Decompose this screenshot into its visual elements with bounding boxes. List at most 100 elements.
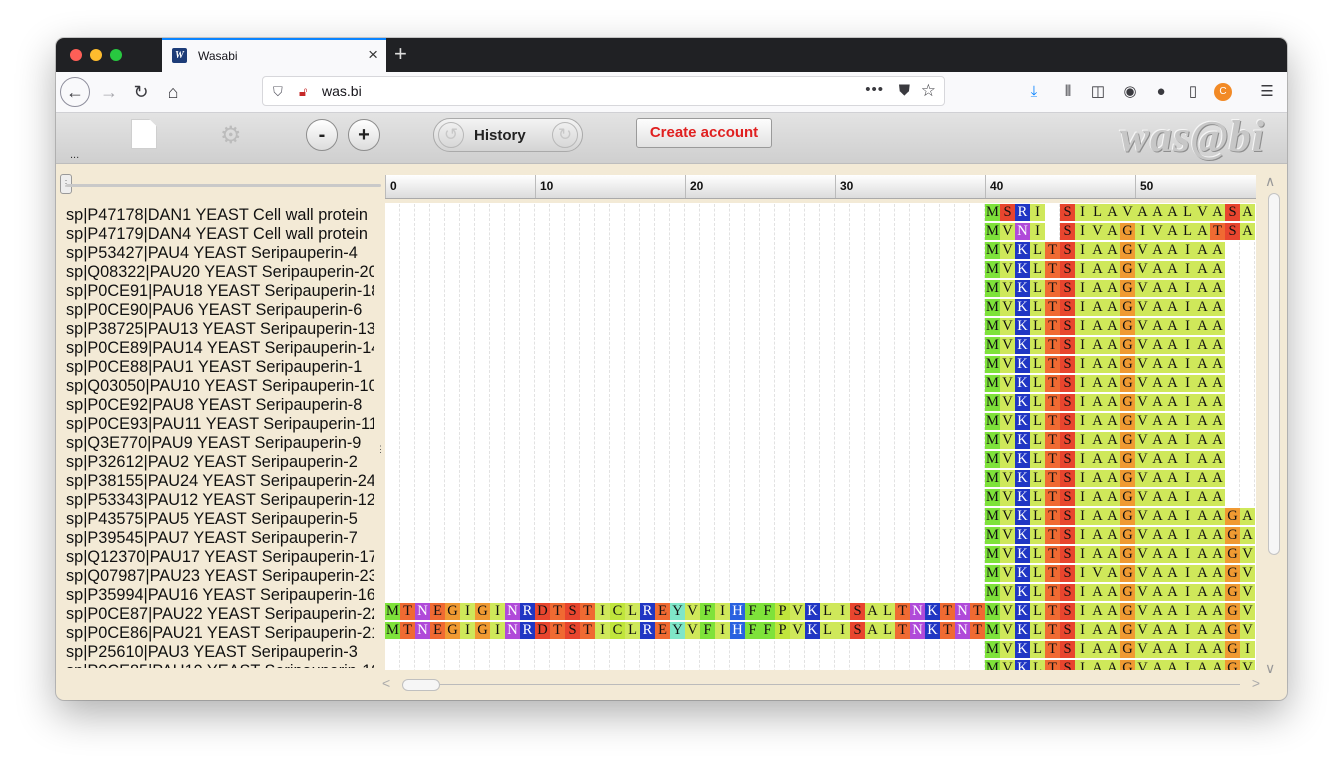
- residue-cell[interactable]: [685, 337, 700, 354]
- residue-cell[interactable]: [730, 261, 745, 278]
- residue-cell[interactable]: G: [1120, 451, 1135, 468]
- residue-cell[interactable]: [625, 242, 640, 259]
- residue-cell[interactable]: [955, 660, 970, 670]
- residue-cell[interactable]: A: [1105, 451, 1120, 468]
- residue-cell[interactable]: [925, 356, 940, 373]
- residue-cell[interactable]: [565, 451, 580, 468]
- residue-cell[interactable]: [460, 204, 475, 221]
- residue-cell[interactable]: M: [985, 432, 1000, 449]
- tab-wasabi[interactable]: W Wasabi ×: [162, 38, 386, 72]
- scroll-up-icon[interactable]: ∧: [1265, 173, 1275, 190]
- residue-cell[interactable]: [610, 413, 625, 430]
- account-icon[interactable]: ◉: [1119, 81, 1141, 103]
- residue-cell[interactable]: [475, 527, 490, 544]
- residue-cell[interactable]: [430, 356, 445, 373]
- residue-cell[interactable]: A: [1090, 603, 1105, 620]
- residue-cell[interactable]: [445, 318, 460, 335]
- residue-cell[interactable]: S: [1060, 356, 1075, 373]
- residue-cell[interactable]: [925, 641, 940, 658]
- residue-cell[interactable]: L: [1030, 508, 1045, 525]
- residue-cell[interactable]: [475, 375, 490, 392]
- residue-cell[interactable]: A: [1210, 280, 1225, 297]
- residue-cell[interactable]: [820, 660, 835, 670]
- residue-cell[interactable]: A: [1195, 223, 1210, 240]
- residue-cell[interactable]: M: [985, 470, 1000, 487]
- residue-cell[interactable]: [505, 508, 520, 525]
- residue-cell[interactable]: [760, 584, 775, 601]
- residue-cell[interactable]: N: [1015, 223, 1030, 240]
- sequence-name[interactable]: sp|P53343|PAU12 YEAST Seripauperin-12: [66, 491, 374, 510]
- residue-cell[interactable]: [580, 394, 595, 411]
- residue-cell[interactable]: S: [565, 622, 580, 639]
- residue-cell[interactable]: A: [1150, 280, 1165, 297]
- residue-cell[interactable]: [415, 660, 430, 670]
- residue-cell[interactable]: T: [1045, 280, 1060, 297]
- residue-cell[interactable]: [850, 546, 865, 563]
- residue-cell[interactable]: A: [1165, 565, 1180, 582]
- residue-cell[interactable]: [925, 451, 940, 468]
- residue-cell[interactable]: L: [1090, 204, 1105, 221]
- residue-cell[interactable]: [655, 565, 670, 582]
- residue-cell[interactable]: [865, 413, 880, 430]
- residue-cell[interactable]: [640, 470, 655, 487]
- residue-cell[interactable]: [670, 584, 685, 601]
- residue-cell[interactable]: [715, 489, 730, 506]
- residue-cell[interactable]: [955, 641, 970, 658]
- residue-cell[interactable]: [400, 527, 415, 544]
- residue-cell[interactable]: [430, 318, 445, 335]
- residue-cell[interactable]: [445, 299, 460, 316]
- residue-cell[interactable]: [880, 489, 895, 506]
- residue-cell[interactable]: [670, 223, 685, 240]
- residue-cell[interactable]: M: [985, 318, 1000, 335]
- residue-cell[interactable]: [715, 546, 730, 563]
- residue-cell[interactable]: A: [1105, 527, 1120, 544]
- residue-cell[interactable]: [835, 527, 850, 544]
- residue-cell[interactable]: A: [1165, 242, 1180, 259]
- residue-cell[interactable]: [715, 413, 730, 430]
- residue-cell[interactable]: [490, 223, 505, 240]
- residue-cell[interactable]: [775, 261, 790, 278]
- residue-cell[interactable]: V: [1000, 546, 1015, 563]
- residue-cell[interactable]: [910, 223, 925, 240]
- residue-cell[interactable]: A: [1165, 356, 1180, 373]
- residue-cell[interactable]: [490, 356, 505, 373]
- residue-cell[interactable]: I: [1180, 242, 1195, 259]
- residue-cell[interactable]: A: [1165, 508, 1180, 525]
- residue-cell[interactable]: [565, 223, 580, 240]
- residue-cell[interactable]: I: [490, 622, 505, 639]
- residue-cell[interactable]: [460, 261, 475, 278]
- residue-cell[interactable]: V: [1135, 603, 1150, 620]
- residue-cell[interactable]: A: [1165, 622, 1180, 639]
- residue-cell[interactable]: [475, 337, 490, 354]
- residue-cell[interactable]: [655, 280, 670, 297]
- residue-cell[interactable]: L: [1030, 470, 1045, 487]
- residue-cell[interactable]: A: [1150, 318, 1165, 335]
- residue-cell[interactable]: [955, 527, 970, 544]
- residue-cell[interactable]: A: [1105, 470, 1120, 487]
- residue-cell[interactable]: [385, 565, 400, 582]
- residue-cell[interactable]: L: [1030, 584, 1045, 601]
- residue-cell[interactable]: [745, 432, 760, 449]
- residue-cell[interactable]: [835, 413, 850, 430]
- residue-cell[interactable]: A: [1105, 337, 1120, 354]
- residue-cell[interactable]: [595, 451, 610, 468]
- residue-cell[interactable]: G: [1120, 375, 1135, 392]
- residue-cell[interactable]: [580, 261, 595, 278]
- residue-cell[interactable]: [955, 280, 970, 297]
- residue-cell[interactable]: [670, 280, 685, 297]
- residue-cell[interactable]: A: [1150, 356, 1165, 373]
- residue-cell[interactable]: [790, 508, 805, 525]
- residue-cell[interactable]: [955, 318, 970, 335]
- residue-cell[interactable]: [865, 527, 880, 544]
- residue-cell[interactable]: [910, 584, 925, 601]
- residue-cell[interactable]: [445, 261, 460, 278]
- residue-cell[interactable]: [970, 527, 985, 544]
- residue-cell[interactable]: [460, 489, 475, 506]
- residue-cell[interactable]: [640, 261, 655, 278]
- residue-cell[interactable]: [610, 280, 625, 297]
- residue-cell[interactable]: [835, 280, 850, 297]
- downloads-icon[interactable]: ⤓: [1023, 81, 1045, 103]
- residue-cell[interactable]: [715, 261, 730, 278]
- residue-cell[interactable]: [940, 223, 955, 240]
- residue-cell[interactable]: A: [1210, 356, 1225, 373]
